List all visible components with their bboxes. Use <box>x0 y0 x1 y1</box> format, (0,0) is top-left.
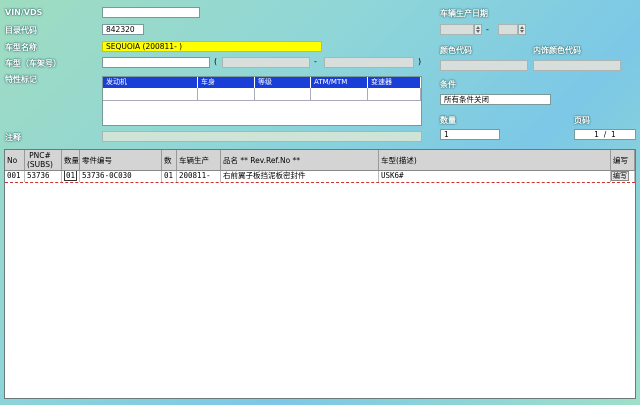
col-prod-date[interactable]: 车辆生产 <box>177 150 221 170</box>
color-code-label: 颜色代码 <box>440 46 472 55</box>
cell-name: 右前翼子板挡泥板密封件 <box>221 171 379 182</box>
interior-color-field <box>533 60 621 71</box>
cell-edit: 编写 <box>611 171 635 182</box>
date-from-input[interactable] <box>440 24 474 35</box>
cell-model: USK6# <box>379 171 611 182</box>
date-from-spinner-icon[interactable] <box>474 24 482 35</box>
col-no[interactable]: No <box>5 150 25 170</box>
feature-header-body: 车身 <box>198 77 255 88</box>
cell-part-no: 53736-0C030 <box>80 171 162 182</box>
cell-count: 01 <box>162 171 177 182</box>
cell-no: 001 <box>5 171 25 182</box>
date-to-input[interactable] <box>498 24 518 35</box>
prod-date-label: 车辆生产日期 <box>440 9 488 18</box>
vin-input[interactable] <box>102 7 200 18</box>
col-part-no[interactable]: 零件编号 <box>80 150 162 170</box>
table-row[interactable]: 001 53736 01 53736-0C030 01 200811- 右前翼子… <box>5 171 635 183</box>
catalog-input[interactable]: 842320 <box>102 24 144 35</box>
note-label: 注释 <box>5 133 21 142</box>
grid-header: No PNC# (SUBS) 数量 零件编号 数 车辆生产 品名 ** Rev.… <box>5 150 635 171</box>
model-name-label: 车型名称 <box>5 43 37 52</box>
col-pnc[interactable]: PNC# (SUBS) <box>25 150 62 170</box>
date-sep: - <box>486 25 489 34</box>
model-frame-field-b <box>222 57 310 68</box>
model-name-field: SEQUOIA (200811- ) <box>102 41 322 52</box>
vin-label: VIN/VDS <box>5 8 43 17</box>
dash: - <box>314 57 317 66</box>
feature-row[interactable] <box>103 88 421 101</box>
cell-pnc: 53736 <box>25 171 62 182</box>
condition-field[interactable]: 所有条件关闭 <box>440 94 551 105</box>
quantity-input[interactable]: 1 <box>440 129 500 140</box>
condition-label: 条件 <box>440 80 456 89</box>
note-field <box>102 131 422 142</box>
page-sep: / <box>603 130 607 139</box>
feature-header-engine: 发动机 <box>103 77 198 88</box>
catalog-label: 目录代码 <box>5 26 37 35</box>
paren-open: ( <box>214 57 218 66</box>
date-to-spinner-icon[interactable] <box>518 24 526 35</box>
page-total: 1 <box>611 130 616 139</box>
feature-table: 发动机 车身 等级 ATM/MTM 变速器 <box>102 76 422 126</box>
quantity-label: 数量 <box>440 116 456 125</box>
special-label: 特性标记 <box>5 75 37 84</box>
paren-close: ) <box>418 57 422 66</box>
cell-prod-date: 200811- <box>177 171 221 182</box>
col-count[interactable]: 数 <box>162 150 177 170</box>
page-indicator: 1 / 1 <box>574 129 636 140</box>
model-frame-input[interactable] <box>102 57 210 68</box>
feature-header-atm: ATM/MTM <box>311 77 368 88</box>
page-label: 页码 <box>574 116 590 125</box>
col-name[interactable]: 品名 ** Rev.Ref.No ** <box>221 150 379 170</box>
model-frame-label: 车型（车架号） <box>5 59 61 68</box>
col-model[interactable]: 车型(描述) <box>379 150 611 170</box>
edit-button[interactable]: 编写 <box>611 171 629 181</box>
parts-grid: No PNC# (SUBS) 数量 零件编号 数 车辆生产 品名 ** Rev.… <box>4 149 636 399</box>
feature-header-grade: 等级 <box>255 77 311 88</box>
model-frame-field-c <box>324 57 414 68</box>
col-qty[interactable]: 数量 <box>62 150 80 170</box>
cell-qty[interactable]: 01 <box>62 171 80 182</box>
feature-header-transmission: 变速器 <box>368 77 421 88</box>
interior-color-label: 内饰颜色代码 <box>533 46 581 55</box>
page-current: 1 <box>594 130 599 139</box>
col-edit[interactable]: 编写 <box>611 150 635 170</box>
color-code-field <box>440 60 528 71</box>
